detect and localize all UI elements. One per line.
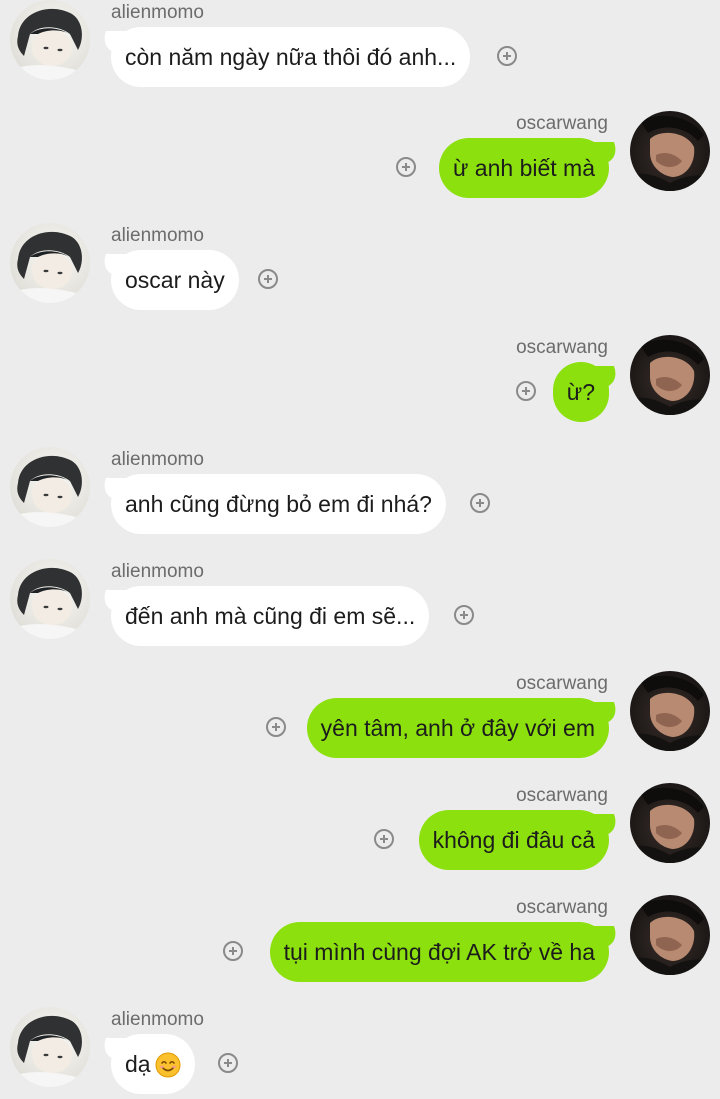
avatar-alienmomo[interactable] [10, 1007, 90, 1087]
message-text: đến anh mà cũng đi em sẽ... [125, 603, 416, 629]
message-text: còn năm ngày nữa thôi đó anh... [125, 44, 457, 70]
avatar-oscarwang[interactable] [630, 335, 710, 415]
avatar-alienmomo[interactable] [10, 559, 90, 639]
smiling-face-emoji-icon [155, 1052, 181, 1078]
message-bubble[interactable]: không đi đâu cả [418, 810, 609, 870]
message-text: ừ anh biết mà [453, 155, 595, 181]
message-bubble[interactable]: tụi mình cùng đợi AK trở về ha [269, 922, 609, 982]
message-text: anh cũng đừng bỏ em đi nhá? [125, 491, 432, 517]
avatar-alienmomo[interactable] [10, 223, 90, 303]
avatar-alienmomo[interactable] [10, 447, 90, 527]
avatar-oscarwang[interactable] [630, 671, 710, 751]
sender-name: alienmomo [111, 561, 204, 582]
message-row: oscarwang tụi mình cùng đợi AK trở về ha [0, 895, 720, 985]
avatar-image [10, 231, 90, 303]
message-row: alienmomo còn năm ngày nữa thôi đó anh..… [0, 0, 720, 90]
message-text: không đi đâu cả [432, 827, 595, 853]
message-text: yên tâm, anh ở đây với em [320, 715, 595, 741]
message-row: alienmomo oscar này [0, 223, 720, 313]
sender-name: alienmomo [111, 1009, 204, 1030]
sender-name: oscarwang [516, 673, 608, 694]
message-text: tụi mình cùng đợi AK trở về ha [283, 939, 595, 965]
message-bubble[interactable]: ừ? [552, 362, 609, 422]
sender-name: alienmomo [111, 225, 204, 246]
add-reaction-icon[interactable] [266, 717, 286, 737]
message-row: oscarwang không đi đâu cả [0, 783, 720, 873]
sender-name: oscarwang [516, 785, 608, 806]
message-bubble[interactable]: anh cũng đừng bỏ em đi nhá? [111, 474, 446, 534]
add-reaction-icon[interactable] [218, 1053, 238, 1073]
avatar-image [630, 339, 710, 415]
message-bubble[interactable]: dạ [111, 1034, 195, 1094]
message-row: oscarwang ừ anh biết mà [0, 111, 720, 201]
message-bubble[interactable]: còn năm ngày nữa thôi đó anh... [111, 27, 471, 87]
sender-name: oscarwang [516, 897, 608, 918]
avatar-image [10, 567, 90, 639]
message-row: oscarwang yên tâm, anh ở đây với em [0, 671, 720, 761]
add-reaction-icon[interactable] [497, 46, 517, 66]
avatar-image [630, 787, 710, 863]
sender-name: alienmomo [111, 2, 204, 23]
add-reaction-icon[interactable] [396, 157, 416, 177]
avatar-image [630, 899, 710, 975]
add-reaction-icon[interactable] [470, 493, 490, 513]
message-row: alienmomo dạ [0, 1007, 720, 1097]
add-reaction-icon[interactable] [223, 941, 243, 961]
chat-thread: alienmomo còn năm ngày nữa thôi đó anh..… [0, 0, 720, 1099]
avatar-image [10, 455, 90, 527]
avatar-image [10, 8, 90, 80]
message-bubble[interactable]: yên tâm, anh ở đây với em [306, 698, 609, 758]
avatar-oscarwang[interactable] [630, 783, 710, 863]
avatar-oscarwang[interactable] [630, 111, 710, 191]
message-bubble[interactable]: ừ anh biết mà [439, 138, 609, 198]
sender-name: oscarwang [516, 113, 608, 134]
add-reaction-icon[interactable] [454, 605, 474, 625]
add-reaction-icon[interactable] [516, 381, 536, 401]
add-reaction-icon[interactable] [258, 269, 278, 289]
sender-name: alienmomo [111, 449, 204, 470]
avatar-image [10, 1015, 90, 1087]
message-text: ừ? [566, 379, 595, 405]
message-bubble[interactable]: đến anh mà cũng đi em sẽ... [111, 586, 430, 646]
avatar-image [630, 675, 710, 751]
message-row: alienmomo anh cũng đừng bỏ em đi nhá? [0, 447, 720, 537]
add-reaction-icon[interactable] [374, 829, 394, 849]
sender-name: oscarwang [516, 337, 608, 358]
message-bubble[interactable]: oscar này [111, 250, 239, 310]
avatar-alienmomo[interactable] [10, 0, 90, 80]
avatar-image [630, 115, 710, 191]
avatar-oscarwang[interactable] [630, 895, 710, 975]
message-text: oscar này [125, 267, 225, 293]
message-row: alienmomo đến anh mà cũng đi em sẽ... [0, 559, 720, 649]
message-text: dạ [125, 1051, 151, 1077]
message-row: oscarwang ừ? [0, 335, 720, 425]
